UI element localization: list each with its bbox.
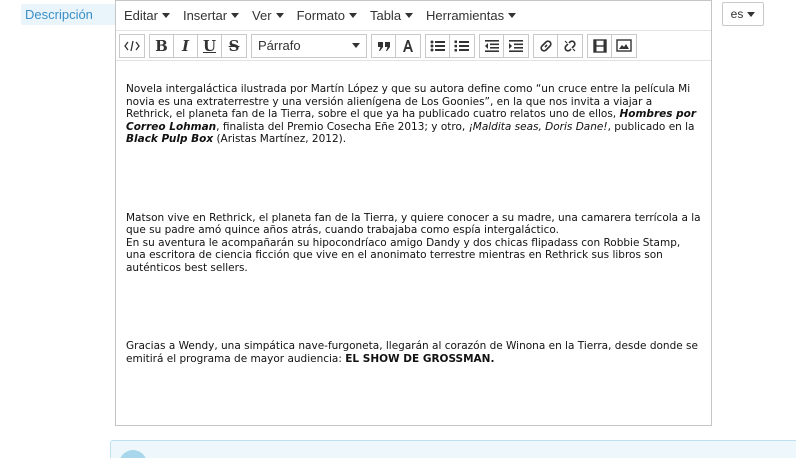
language-value: es — [730, 7, 744, 21]
source-code-button[interactable] — [120, 35, 144, 57]
chevron-down-icon — [231, 13, 240, 18]
text-run: Matson vive en Rethrick, el planeta fan … — [126, 211, 701, 237]
unlink-button[interactable] — [558, 35, 582, 57]
description-label: Descripción — [21, 4, 127, 25]
blockquote-button[interactable] — [372, 34, 396, 57]
bold-text: EL SHOW DE GROSSMAN. — [345, 352, 495, 365]
underline-button[interactable]: U — [198, 34, 222, 57]
numbered-list-button[interactable] — [450, 35, 474, 57]
info-panel — [110, 440, 796, 458]
italic-text: ¡Maldita seas, Doris Dane! — [468, 120, 608, 133]
image-icon — [616, 39, 632, 52]
unlink-icon — [564, 39, 576, 52]
indent-button[interactable] — [504, 35, 528, 57]
film-icon — [592, 38, 607, 53]
paragraph-1: Novela intergaláctica ilustrada por Mart… — [126, 83, 701, 146]
insert-image-button[interactable] — [612, 35, 636, 57]
text-run: En su aventura le acompañarán su hipocon… — [126, 236, 681, 274]
chevron-down-icon — [352, 43, 360, 48]
info-icon — [119, 450, 147, 458]
source-code-icon — [124, 40, 140, 51]
source-group — [119, 33, 145, 58]
text-run: (Aristas Martínez, 2012). — [213, 133, 347, 145]
outdent-button[interactable] — [480, 34, 504, 57]
outdent-icon — [484, 39, 499, 52]
language-dropdown[interactable]: es — [722, 2, 764, 26]
chevron-down-icon — [348, 13, 357, 18]
text-color-button[interactable] — [396, 35, 420, 57]
insert-link-button[interactable] — [534, 34, 558, 57]
bullet-list-button[interactable] — [426, 34, 450, 57]
block-format-select[interactable]: Párrafo — [251, 33, 367, 58]
menu-label: Insertar — [182, 8, 228, 23]
text-run: Novela intergaláctica ilustrada por Mart… — [126, 83, 691, 120]
numbered-list-icon — [454, 40, 469, 51]
indent-group — [479, 33, 529, 58]
link-group — [533, 33, 583, 58]
editor-content[interactable]: Novela intergaláctica ilustrada por Mart… — [116, 62, 711, 425]
menu-label: Herramientas — [426, 8, 505, 23]
chevron-down-icon — [508, 13, 517, 18]
editor-menubar: Editar Insertar Ver Formato Tabla Herram… — [116, 1, 711, 31]
chevron-down-icon — [275, 13, 284, 18]
menu-label: Formato — [296, 8, 345, 23]
strikethrough-button[interactable]: S — [222, 35, 246, 57]
chevron-down-icon — [161, 13, 170, 18]
text-color-icon — [403, 39, 413, 52]
menu-insertar[interactable]: Insertar — [182, 8, 240, 23]
chevron-down-icon — [405, 13, 414, 18]
text-run: , publicado en la — [607, 120, 695, 133]
indent-icon — [509, 39, 523, 52]
media-group — [587, 33, 637, 58]
italic-button[interactable]: I — [174, 34, 198, 57]
menu-tabla[interactable]: Tabla — [369, 8, 414, 23]
chevron-down-icon — [747, 11, 756, 17]
link-icon — [539, 39, 552, 52]
editor-toolbar: B I U S Párrafo — [116, 31, 711, 61]
rich-text-editor: Editar Insertar Ver Formato Tabla Herram… — [115, 0, 712, 426]
menu-ver[interactable]: Ver — [252, 8, 284, 23]
menu-label: Tabla — [369, 8, 402, 23]
block-format-value: Párrafo — [258, 38, 301, 53]
text-style-group: B I U S — [149, 33, 247, 58]
menu-label: Editar — [124, 8, 158, 23]
list-group — [425, 33, 475, 58]
paragraph-2: Matson vive en Rethrick, el planeta fan … — [126, 212, 701, 275]
paragraph-3: Gracias a Wendy, una simpática nave-furg… — [126, 340, 701, 365]
bold-button[interactable]: B — [150, 34, 174, 57]
bold-italic-text: Black Pulp Box — [126, 133, 214, 145]
menu-editar[interactable]: Editar — [124, 8, 170, 23]
menu-label: Ver — [252, 8, 272, 23]
menu-formato[interactable]: Formato — [297, 8, 357, 23]
text-run: , finalista del Premio Cosecha Eñe 2013;… — [216, 120, 469, 133]
quote-icon — [377, 41, 390, 51]
bullet-list-icon — [430, 40, 445, 51]
insert-media-button[interactable] — [588, 34, 612, 57]
menu-herramientas[interactable]: Herramientas — [426, 8, 517, 23]
quote-group — [371, 33, 421, 58]
